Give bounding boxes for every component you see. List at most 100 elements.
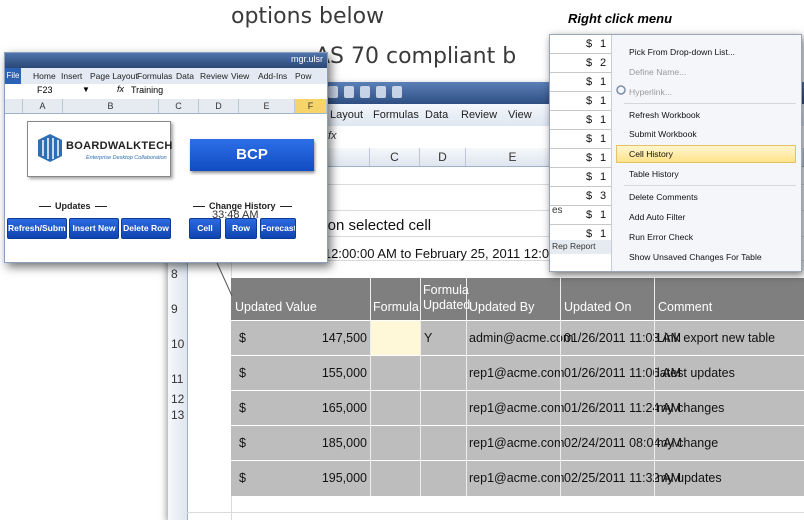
- updated-by: rep1@acme.com: [469, 471, 565, 485]
- quick-access-icon[interactable]: [328, 86, 338, 98]
- excel-formula-bar: F23 ▼ fx Training: [5, 84, 327, 100]
- quick-access-icon[interactable]: [376, 86, 386, 98]
- currency-symbol: $: [239, 366, 246, 380]
- row-number[interactable]: 10: [171, 337, 184, 351]
- table-header: Updated Value Formula Formula Updated Up…: [231, 278, 804, 320]
- menu-item-pick-from-dropdown[interactable]: Pick From Drop-down List...: [629, 47, 735, 57]
- quick-access-icon[interactable]: [360, 86, 370, 98]
- column-header-e[interactable]: E: [466, 148, 560, 166]
- tab-formulas[interactable]: Formulas: [373, 109, 419, 121]
- refresh-submit-button[interactable]: Refresh/Submit: [7, 218, 67, 239]
- boardwalktech-logo: BOARDWALKTECH Enterprise Desktop Collabo…: [27, 121, 172, 177]
- sheet-cell[interactable]: $1: [550, 130, 611, 149]
- menu-item-run-error-check[interactable]: Run Error Check: [629, 232, 693, 242]
- column-header-d[interactable]: D: [420, 148, 466, 166]
- tab-page-layout[interactable]: Page Layout: [90, 71, 138, 81]
- cell-history-button[interactable]: Cell: [189, 218, 221, 239]
- menu-item-define-name[interactable]: Define Name...: [629, 67, 686, 77]
- updated-value: 147,500: [321, 331, 367, 345]
- updated-value: 185,000: [321, 436, 367, 450]
- column-header-c[interactable]: C: [370, 148, 420, 166]
- cell-history-table: Updated Value Formula Formula Updated Up…: [231, 278, 804, 496]
- table-row[interactable]: $ 147,500 Y admin@acme.com 01/26/2011 11…: [231, 320, 804, 355]
- tab-add-ins[interactable]: Add-Ins: [258, 71, 287, 81]
- column-divider: [654, 278, 655, 496]
- tab-view[interactable]: View: [231, 71, 249, 81]
- fx-icon: fx: [328, 130, 337, 142]
- tab-review[interactable]: Review: [200, 71, 228, 81]
- menu-item-hyperlink[interactable]: Hyperlink...: [629, 87, 672, 97]
- table-row[interactable]: $ 165,000 rep1@acme.com 01/26/2011 11:24…: [231, 390, 804, 425]
- name-box[interactable]: F23: [37, 85, 53, 95]
- bcp-collaboration-button[interactable]: BCP Collaboration: [190, 139, 314, 195]
- column-header-e[interactable]: E: [239, 99, 295, 113]
- updated-by: rep1@acme.com: [469, 436, 565, 450]
- comment: my changes: [657, 401, 725, 415]
- row-number[interactable]: 8: [171, 267, 178, 281]
- sheet-tab-rep-report[interactable]: Rep Report: [550, 240, 611, 254]
- table-row[interactable]: $ 185,000 rep1@acme.com 02/24/2011 08:04…: [231, 425, 804, 460]
- menu-item-submit-workbook[interactable]: Submit Workbook: [629, 129, 697, 139]
- column-header-f[interactable]: F: [295, 99, 327, 113]
- table-row[interactable]: $ 195,000 rep1@acme.com 02/25/2011 11:32…: [231, 460, 804, 495]
- table-row[interactable]: $ 155,000 rep1@acme.com 01/26/2011 11:06…: [231, 355, 804, 390]
- sheet-cell[interactable]: $3: [550, 187, 611, 206]
- tab-pow[interactable]: Pow: [295, 71, 312, 81]
- tab-insert[interactable]: Insert: [61, 71, 82, 81]
- boardwalk-logo-icon: [38, 134, 62, 162]
- menu-item-add-auto-filter[interactable]: Add Auto Filter: [629, 212, 685, 222]
- quick-access-icon[interactable]: [344, 86, 354, 98]
- row-history-button[interactable]: Row: [225, 218, 257, 239]
- sheet-cell[interactable]: $1: [550, 111, 611, 130]
- menu-item-table-history[interactable]: Table History: [629, 169, 679, 179]
- sheet-cell[interactable]: $2: [550, 54, 611, 73]
- row-number[interactable]: 11: [171, 372, 183, 386]
- menu-item-cell-history[interactable]: Cell History: [629, 149, 673, 159]
- quick-access-icon[interactable]: [392, 86, 402, 98]
- updated-by: admin@acme.com: [469, 331, 574, 345]
- updated-value: 165,000: [321, 401, 367, 415]
- sheet-cell[interactable]: $1: [550, 149, 611, 168]
- insert-new-button[interactable]: Insert New: [69, 218, 119, 239]
- chevron-down-icon[interactable]: ▼: [82, 85, 90, 94]
- comment: latest updates: [657, 366, 735, 380]
- sheet-cell[interactable]: $1: [550, 35, 611, 54]
- column-divider: [466, 278, 467, 496]
- row-number[interactable]: 13: [171, 408, 184, 422]
- currency-symbol: $: [239, 401, 246, 415]
- menu-item-refresh-workbook[interactable]: Refresh Workbook: [629, 110, 700, 120]
- sheet-cell[interactable]: $1: [550, 168, 611, 187]
- tab-review[interactable]: Review: [461, 109, 497, 121]
- updated-value: 195,000: [321, 471, 367, 485]
- cell-history-heading: s on selected cell: [316, 217, 432, 234]
- column-header-b[interactable]: B: [63, 99, 159, 113]
- tab-data[interactable]: Data: [176, 71, 194, 81]
- delete-row-button[interactable]: Delete Row: [121, 218, 171, 239]
- partial-time-text: 33:48 AM: [212, 209, 259, 221]
- tab-formulas[interactable]: Formulas: [137, 71, 172, 81]
- row-number[interactable]: 9: [171, 302, 178, 316]
- excel-column-headers: A B C D E F: [5, 99, 327, 114]
- row-number[interactable]: 12: [171, 392, 184, 406]
- tab-view[interactable]: View: [508, 109, 532, 121]
- header-updated-on: Updated On: [564, 300, 632, 314]
- forecast-button[interactable]: Forecast: [260, 218, 296, 239]
- tab-data[interactable]: Data: [425, 109, 448, 121]
- menu-item-show-unsaved-changes[interactable]: Show Unsaved Changes For Table: [629, 252, 762, 262]
- gridline: [187, 512, 804, 513]
- menu-item-delete-comments[interactable]: Delete Comments: [629, 192, 698, 202]
- comment: my updates: [657, 471, 722, 485]
- select-all-corner[interactable]: [5, 99, 23, 113]
- tab-file[interactable]: File: [5, 68, 21, 84]
- column-header-d[interactable]: D: [199, 99, 239, 113]
- column-header-a[interactable]: A: [23, 99, 63, 113]
- tab-home[interactable]: Home: [33, 71, 56, 81]
- tab-page-layout[interactable]: Layout: [330, 109, 363, 121]
- updated-by: rep1@acme.com: [469, 366, 565, 380]
- column-header-c[interactable]: C: [159, 99, 199, 113]
- sheet-cell[interactable]: $1: [550, 92, 611, 111]
- formula-value[interactable]: Training: [131, 85, 163, 95]
- boardwalk-ribbon-panel: mgr.ulsr File Home Insert Page Layout Fo…: [4, 52, 328, 263]
- sheet-cell[interactable]: $1: [550, 73, 611, 92]
- partial-cell-text: es: [552, 205, 563, 216]
